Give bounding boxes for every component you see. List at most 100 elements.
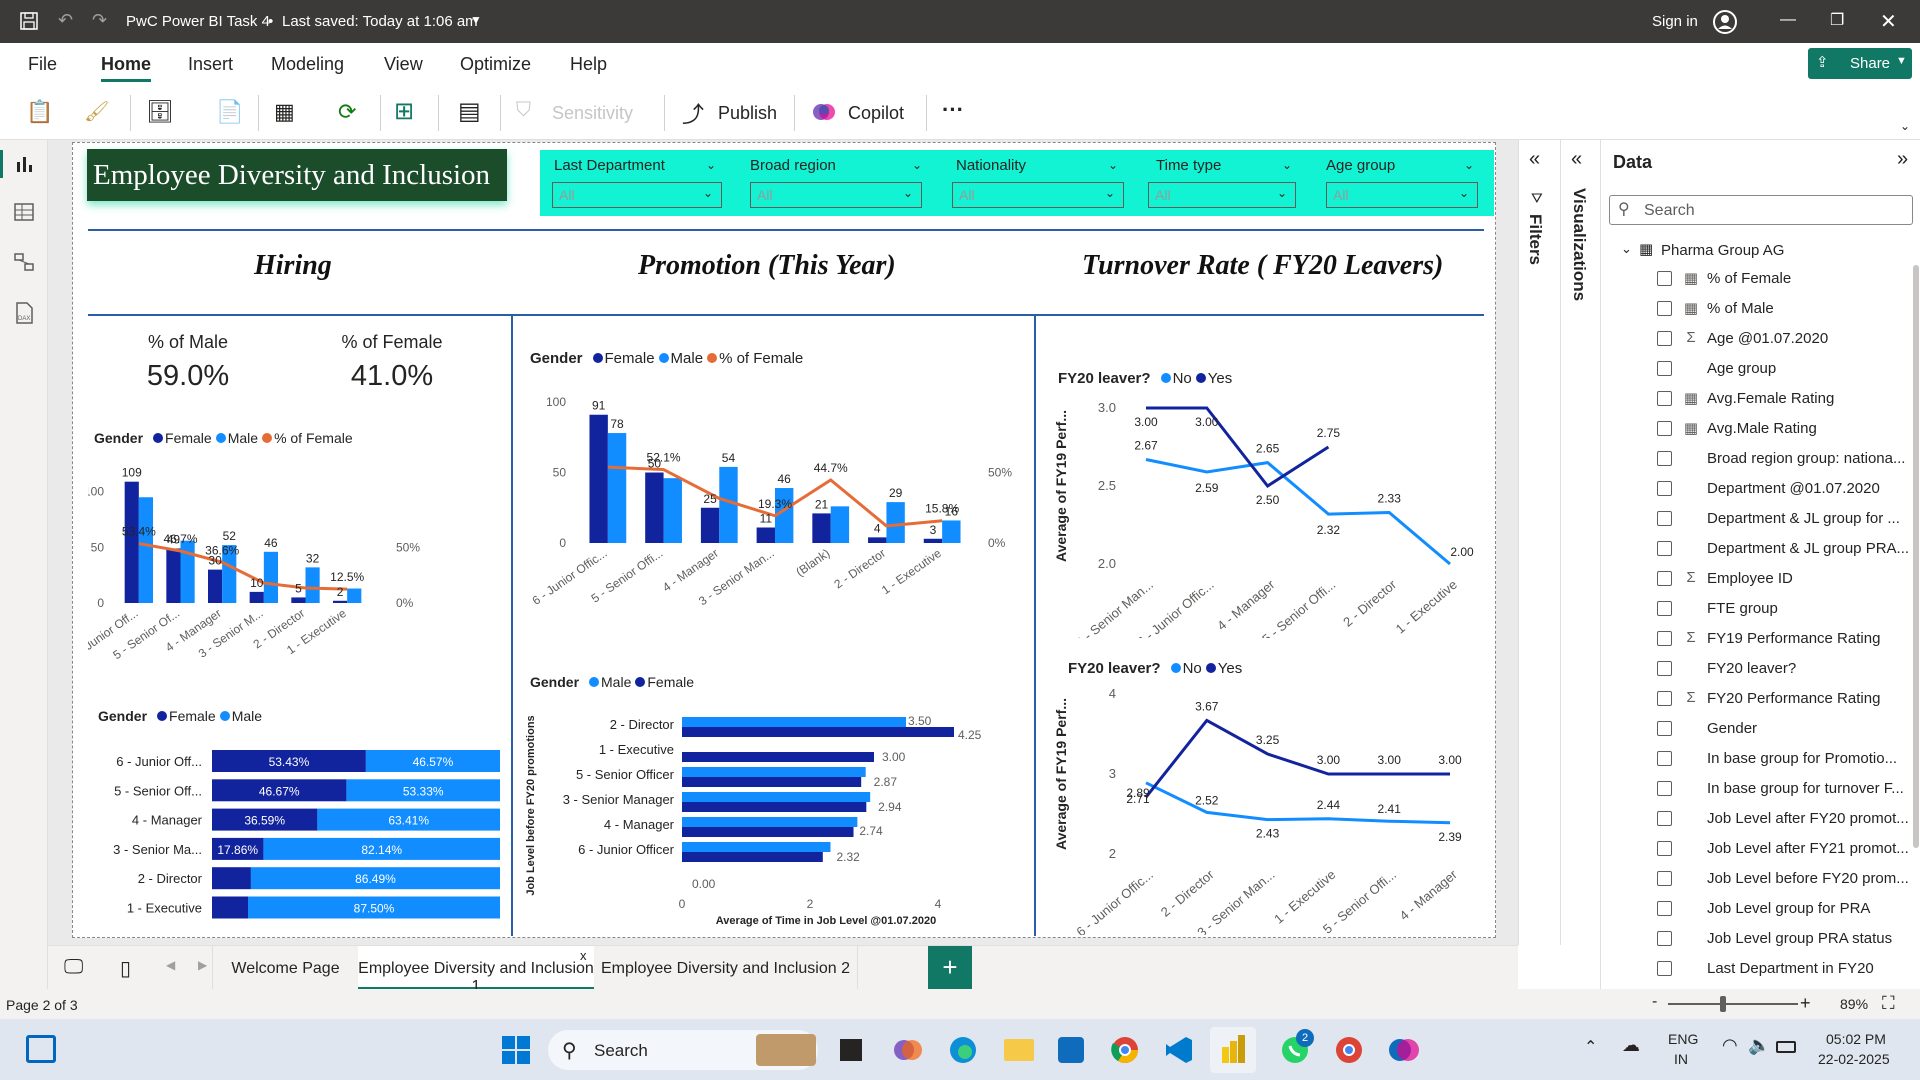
chevron-down-icon[interactable]: ⌄ [706, 158, 716, 172]
field-checkbox[interactable] [1657, 781, 1672, 796]
new-visual-icon[interactable]: ▦ [274, 99, 295, 125]
report-view-icon[interactable] [15, 154, 35, 174]
start-icon[interactable] [502, 1036, 530, 1064]
volume-icon[interactable]: 🔈 [1748, 1035, 1770, 1056]
minimize-icon[interactable]: — [1780, 11, 1796, 29]
legend-item[interactable]: Male [232, 708, 262, 724]
field-item[interactable]: FTE group [1561, 594, 1920, 624]
legend-item[interactable]: No [1173, 370, 1192, 387]
menu-view[interactable]: View [384, 54, 423, 75]
field-checkbox[interactable] [1657, 841, 1672, 856]
prev-page-icon[interactable]: ◀ [166, 958, 175, 972]
field-checkbox[interactable] [1657, 601, 1672, 616]
field-item[interactable]: ▦ Avg.Female Rating [1561, 384, 1920, 414]
chevron-down-icon[interactable]: ⌄ [912, 158, 922, 172]
slicer-dropdown[interactable]: All ⌄ [1148, 182, 1296, 208]
powerbi-icon[interactable] [1220, 1033, 1248, 1065]
transform-data-icon[interactable]: 📄 [216, 99, 243, 125]
new-page-icon[interactable]: ⊞ [394, 97, 414, 126]
field-item[interactable]: Job Level after FY20 promot... [1561, 804, 1920, 834]
menu-insert[interactable]: Insert [188, 54, 233, 75]
tab-welcome-page[interactable]: Welcome Page [212, 946, 358, 990]
field-item[interactable]: Job Level after FY21 promot... [1561, 834, 1920, 864]
field-checkbox[interactable] [1657, 751, 1672, 766]
chevron-up-icon[interactable]: ⌃ [1584, 1037, 1597, 1057]
field-checkbox[interactable] [1657, 691, 1672, 706]
sign-in-link[interactable]: Sign in [1652, 13, 1698, 30]
field-checkbox[interactable] [1657, 631, 1672, 646]
menu-modeling[interactable]: Modeling [271, 54, 344, 75]
lang-primary[interactable]: ENG [1668, 1031, 1698, 1047]
hiring-combo-chart[interactable]: 10050050%0%6 - Junior Off...5 - Senior O… [88, 455, 508, 680]
chevron-down-icon[interactable]: ⌄ [1282, 158, 1292, 172]
legend-item[interactable]: Male [671, 350, 704, 367]
share-button[interactable]: ⇪ Share ▼ [1808, 48, 1912, 79]
field-item[interactable]: Age group [1561, 354, 1920, 384]
store-icon[interactable] [1058, 1037, 1084, 1063]
filters-label[interactable]: Filters [1525, 214, 1545, 265]
menu-file[interactable]: File [28, 54, 57, 75]
hiring-stacked-chart[interactable]: 6 - Junior Off... 53.43% 46.57% 5 - Senior … [88, 740, 508, 925]
maximize-icon[interactable]: ❐ [1830, 10, 1844, 30]
save-icon[interactable] [20, 12, 38, 30]
field-item[interactable]: In base group for turnover F... [1561, 774, 1920, 804]
chevron-down-icon[interactable]: ⌄ [1464, 158, 1474, 172]
data-pane-scrollbar[interactable] [1913, 265, 1919, 848]
legend-item[interactable]: No [1183, 660, 1202, 677]
task-view-icon[interactable] [840, 1039, 862, 1061]
copilot-button[interactable]: Copilot [848, 103, 904, 124]
legend-item[interactable]: Female [605, 350, 655, 367]
field-checkbox[interactable] [1657, 271, 1672, 286]
legend-item[interactable]: Female [647, 674, 694, 690]
paste-icon[interactable]: 📋 [26, 99, 53, 125]
field-item[interactable]: Σ FY20 Performance Rating [1561, 684, 1920, 714]
wifi-icon[interactable]: ◠ [1722, 1035, 1738, 1056]
zoom-level[interactable]: 89% [1840, 996, 1868, 1012]
field-checkbox[interactable] [1657, 511, 1672, 526]
zoom-in-button[interactable]: + [1800, 993, 1811, 1014]
field-checkbox[interactable] [1657, 901, 1672, 916]
edge-icon[interactable] [948, 1035, 978, 1065]
chrome-icon[interactable] [1110, 1035, 1140, 1065]
network-alert-icon[interactable]: ☁ [1622, 1035, 1640, 1056]
next-page-icon[interactable]: ▶ [198, 958, 207, 972]
legend-item[interactable]: Male [601, 674, 631, 690]
m365-icon[interactable] [1388, 1035, 1420, 1065]
promotion-hbar-chart[interactable]: 2 - Director 1 - Executive 5 - Senior Offi… [520, 700, 1025, 935]
slicer-last-department[interactable]: Last Department ⌄ All ⌄ [540, 150, 736, 216]
widgets-icon[interactable] [26, 1035, 56, 1063]
field-item[interactable]: Department & JL group for ... [1561, 504, 1920, 534]
collapse-data-pane-icon[interactable]: » [1897, 148, 1908, 171]
turnover-line-chart-2[interactable]: 4 3 2 Average of FY19 Perf... 6 - Junior Off… [1050, 680, 1490, 935]
model-view-icon[interactable] [14, 252, 34, 272]
expand-visualizations-icon[interactable]: « [1571, 148, 1582, 171]
clock-date[interactable]: 22-02-2025 [1818, 1051, 1890, 1067]
field-item[interactable]: Gender [1561, 714, 1920, 744]
tab-diversity-2[interactable]: Employee Diversity and Inclusion 2 [594, 946, 858, 990]
expand-filters-icon[interactable]: « [1529, 148, 1540, 171]
more-options-button[interactable]: ··· [942, 97, 964, 123]
copilot-app-icon[interactable] [893, 1035, 923, 1065]
taskbar-search[interactable]: ⚲ Search [548, 1030, 818, 1070]
field-checkbox[interactable] [1657, 331, 1672, 346]
field-item[interactable]: ▦ % of Male [1561, 294, 1920, 324]
field-checkbox[interactable] [1657, 421, 1672, 436]
chevron-down-icon[interactable]: ▼ [470, 13, 482, 27]
field-checkbox[interactable] [1657, 871, 1672, 886]
format-painter-icon[interactable]: 🖌 [84, 99, 109, 124]
field-checkbox[interactable] [1657, 961, 1672, 976]
menu-optimize[interactable]: Optimize [460, 54, 531, 75]
file-title[interactable]: PwC Power BI Task 4 [126, 13, 270, 30]
lang-secondary[interactable]: IN [1674, 1051, 1688, 1067]
field-checkbox[interactable] [1657, 451, 1672, 466]
fit-to-page-icon[interactable]: ⛶ [1882, 993, 1895, 1014]
legend-item[interactable]: Yes [1208, 370, 1232, 387]
field-checkbox[interactable] [1657, 571, 1672, 586]
desktop-layout-icon[interactable]: 🖵 [64, 956, 83, 979]
field-item[interactable]: In base group for Promotio... [1561, 744, 1920, 774]
chrome-profile-icon[interactable] [1334, 1035, 1364, 1065]
table-pharma-group[interactable]: ⌄ ▦ Pharma Group AG [1601, 238, 1920, 264]
copilot-icon[interactable] [812, 100, 836, 124]
last-saved[interactable]: Last saved: Today at 1:06 am [282, 13, 478, 30]
slicer-dropdown[interactable]: All ⌄ [552, 182, 722, 208]
